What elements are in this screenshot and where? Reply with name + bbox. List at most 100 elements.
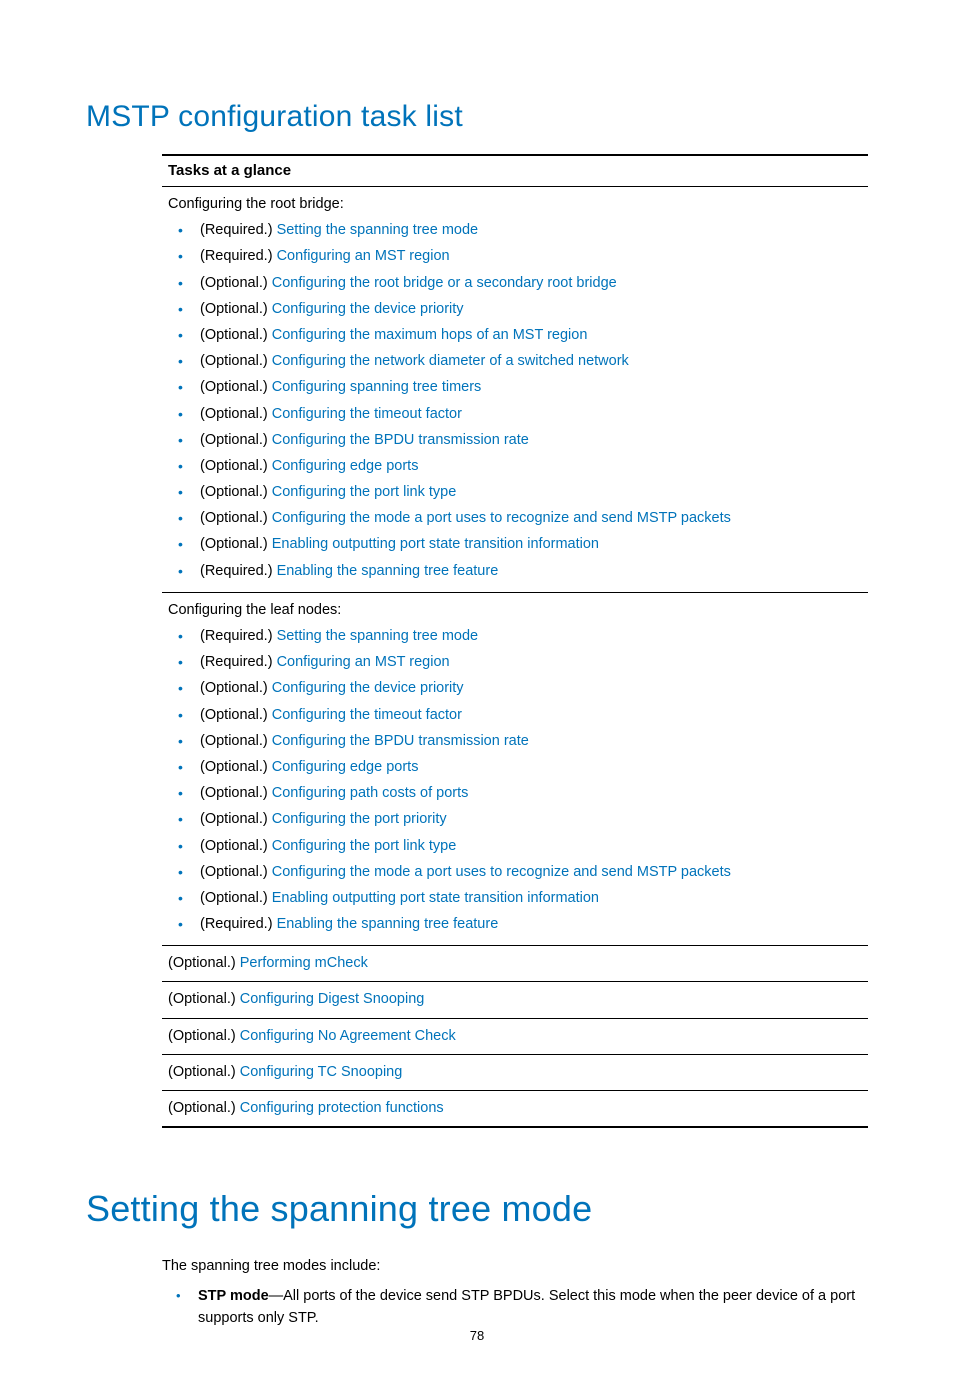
modes-intro: The spanning tree modes include: [162,1256,868,1278]
item-link[interactable]: Configuring the device priority [272,301,464,317]
item-link[interactable]: Configuring the port link type [272,484,457,500]
item-prefix: (Optional.) [168,1028,240,1044]
item-link[interactable]: Configuring the BPDU transmission rate [272,432,529,448]
list-item: (Optional.) Enabling outputting port sta… [190,887,862,910]
list-item: (Required.) Configuring an MST region [190,245,862,268]
leaf-nodes-list: (Required.) Setting the spanning tree mo… [168,625,862,936]
item-prefix: (Optional.) [200,379,272,395]
table-row: (Optional.) Configuring protection funct… [162,1091,868,1128]
item-link[interactable]: Configuring the timeout factor [272,707,462,723]
item-prefix: (Optional.) [200,811,272,827]
item-link[interactable]: Configuring the BPDU transmission rate [272,733,529,749]
item-prefix: (Optional.) [200,536,272,552]
item-link[interactable]: Configuring the network diameter of a sw… [272,353,629,369]
list-item: (Required.) Setting the spanning tree mo… [190,219,862,242]
item-link[interactable]: Configuring edge ports [272,759,419,775]
item-prefix: (Optional.) [200,353,272,369]
item-prefix: (Optional.) [200,759,272,775]
item-link[interactable]: Configuring the maximum hops of an MST r… [272,327,588,343]
table-row: (Optional.) Performing mCheck [162,946,868,982]
item-link[interactable]: Configuring the port link type [272,838,457,854]
item-prefix: (Required.) [200,222,277,238]
list-item: (Required.) Configuring an MST region [190,651,862,674]
table-cell-leaf-nodes: Configuring the leaf nodes: (Required.) … [162,593,868,946]
item-prefix: (Optional.) [200,406,272,422]
item-link[interactable]: Configuring protection functions [240,1100,444,1116]
item-link[interactable]: Enabling the spanning tree feature [277,916,499,932]
root-bridge-intro: Configuring the root bridge: [168,193,862,216]
item-link[interactable]: Configuring the timeout factor [272,406,462,422]
leaf-nodes-intro: Configuring the leaf nodes: [168,599,862,622]
mode-description: —All ports of the device send STP BPDUs.… [198,1288,855,1326]
item-prefix: (Optional.) [200,890,272,906]
item-link[interactable]: Configuring edge ports [272,458,419,474]
item-prefix: (Required.) [200,654,277,670]
item-link[interactable]: Configuring the root bridge or a seconda… [272,275,617,291]
list-item: (Required.) Setting the spanning tree mo… [190,625,862,648]
item-prefix: (Optional.) [200,680,272,696]
item-link[interactable]: Performing mCheck [240,955,368,971]
item-link[interactable]: Configuring spanning tree timers [272,379,482,395]
list-item: (Optional.) Configuring the maximum hops… [190,324,862,347]
table-header-text: Tasks at a glance [168,162,291,179]
item-prefix: (Optional.) [200,864,272,880]
item-link[interactable]: Setting the spanning tree mode [277,222,479,238]
list-item: (Optional.) Configuring the network diam… [190,350,862,373]
item-link[interactable]: Configuring the device priority [272,680,464,696]
item-link[interactable]: Enabling outputting port state transitio… [272,536,599,552]
item-prefix: (Optional.) [168,1100,240,1116]
item-link[interactable]: Configuring an MST region [277,654,450,670]
item-prefix: (Required.) [200,563,277,579]
item-link[interactable]: Setting the spanning tree mode [277,628,479,644]
item-prefix: (Required.) [200,248,277,264]
item-prefix: (Optional.) [200,458,272,474]
item-prefix: (Optional.) [200,327,272,343]
page: MSTP configuration task list Tasks at a … [0,0,954,1373]
table-row: (Optional.) Configuring No Agreement Che… [162,1019,868,1055]
list-item: (Optional.) Configuring the timeout fact… [190,704,862,727]
list-item: (Optional.) Configuring the mode a port … [190,861,862,884]
list-item: (Optional.) Configuring the BPDU transmi… [190,429,862,452]
item-prefix: (Optional.) [200,785,272,801]
list-item: (Optional.) Configuring edge ports [190,455,862,478]
modes-list: STP mode—All ports of the device send ST… [162,1286,868,1330]
list-item: (Optional.) Configuring the root bridge … [190,272,862,295]
item-prefix: (Optional.) [200,275,272,291]
list-item: (Optional.) Configuring spanning tree ti… [190,376,862,399]
item-link[interactable]: Configuring the mode a port uses to reco… [272,864,731,880]
item-link[interactable]: Configuring No Agreement Check [240,1028,456,1044]
list-item: (Optional.) Configuring the BPDU transmi… [190,730,862,753]
list-item: (Optional.) Enabling outputting port sta… [190,533,862,556]
item-link[interactable]: Configuring an MST region [277,248,450,264]
list-item: (Optional.) Configuring the device prior… [190,298,862,321]
item-link[interactable]: Enabling outputting port state transitio… [272,890,599,906]
page-number: 78 [0,1328,954,1343]
list-item: (Optional.) Configuring the timeout fact… [190,403,862,426]
table-row: (Optional.) Configuring TC Snooping [162,1055,868,1091]
list-item: (Optional.) Configuring the port link ty… [190,835,862,858]
list-item: (Optional.) Configuring path costs of po… [190,782,862,805]
item-link[interactable]: Configuring path costs of ports [272,785,469,801]
item-link[interactable]: Configuring the mode a port uses to reco… [272,510,731,526]
item-link[interactable]: Configuring TC Snooping [240,1064,403,1080]
list-item: (Required.) Enabling the spanning tree f… [190,913,862,936]
list-item: (Optional.) Configuring the port priorit… [190,808,862,831]
item-prefix: (Optional.) [200,838,272,854]
item-prefix: (Optional.) [168,991,240,1007]
item-link[interactable]: Configuring the port priority [272,811,447,827]
body-block: The spanning tree modes include: STP mod… [162,1256,868,1329]
item-link[interactable]: Configuring Digest Snooping [240,991,425,1007]
item-prefix: (Optional.) [200,432,272,448]
item-prefix: (Optional.) [168,1064,240,1080]
table-header-row: Tasks at a glance [162,156,868,187]
item-prefix: (Required.) [200,916,277,932]
item-link[interactable]: Enabling the spanning tree feature [277,563,499,579]
list-item: (Optional.) Configuring the port link ty… [190,481,862,504]
list-item: (Optional.) Configuring edge ports [190,756,862,779]
section-heading-setting-mode: Setting the spanning tree mode [86,1188,868,1230]
item-prefix: (Optional.) [200,484,272,500]
item-prefix: (Optional.) [200,510,272,526]
list-item: (Optional.) Configuring the device prior… [190,677,862,700]
item-prefix: (Optional.) [168,955,240,971]
table-row: (Optional.) Configuring Digest Snooping [162,982,868,1018]
